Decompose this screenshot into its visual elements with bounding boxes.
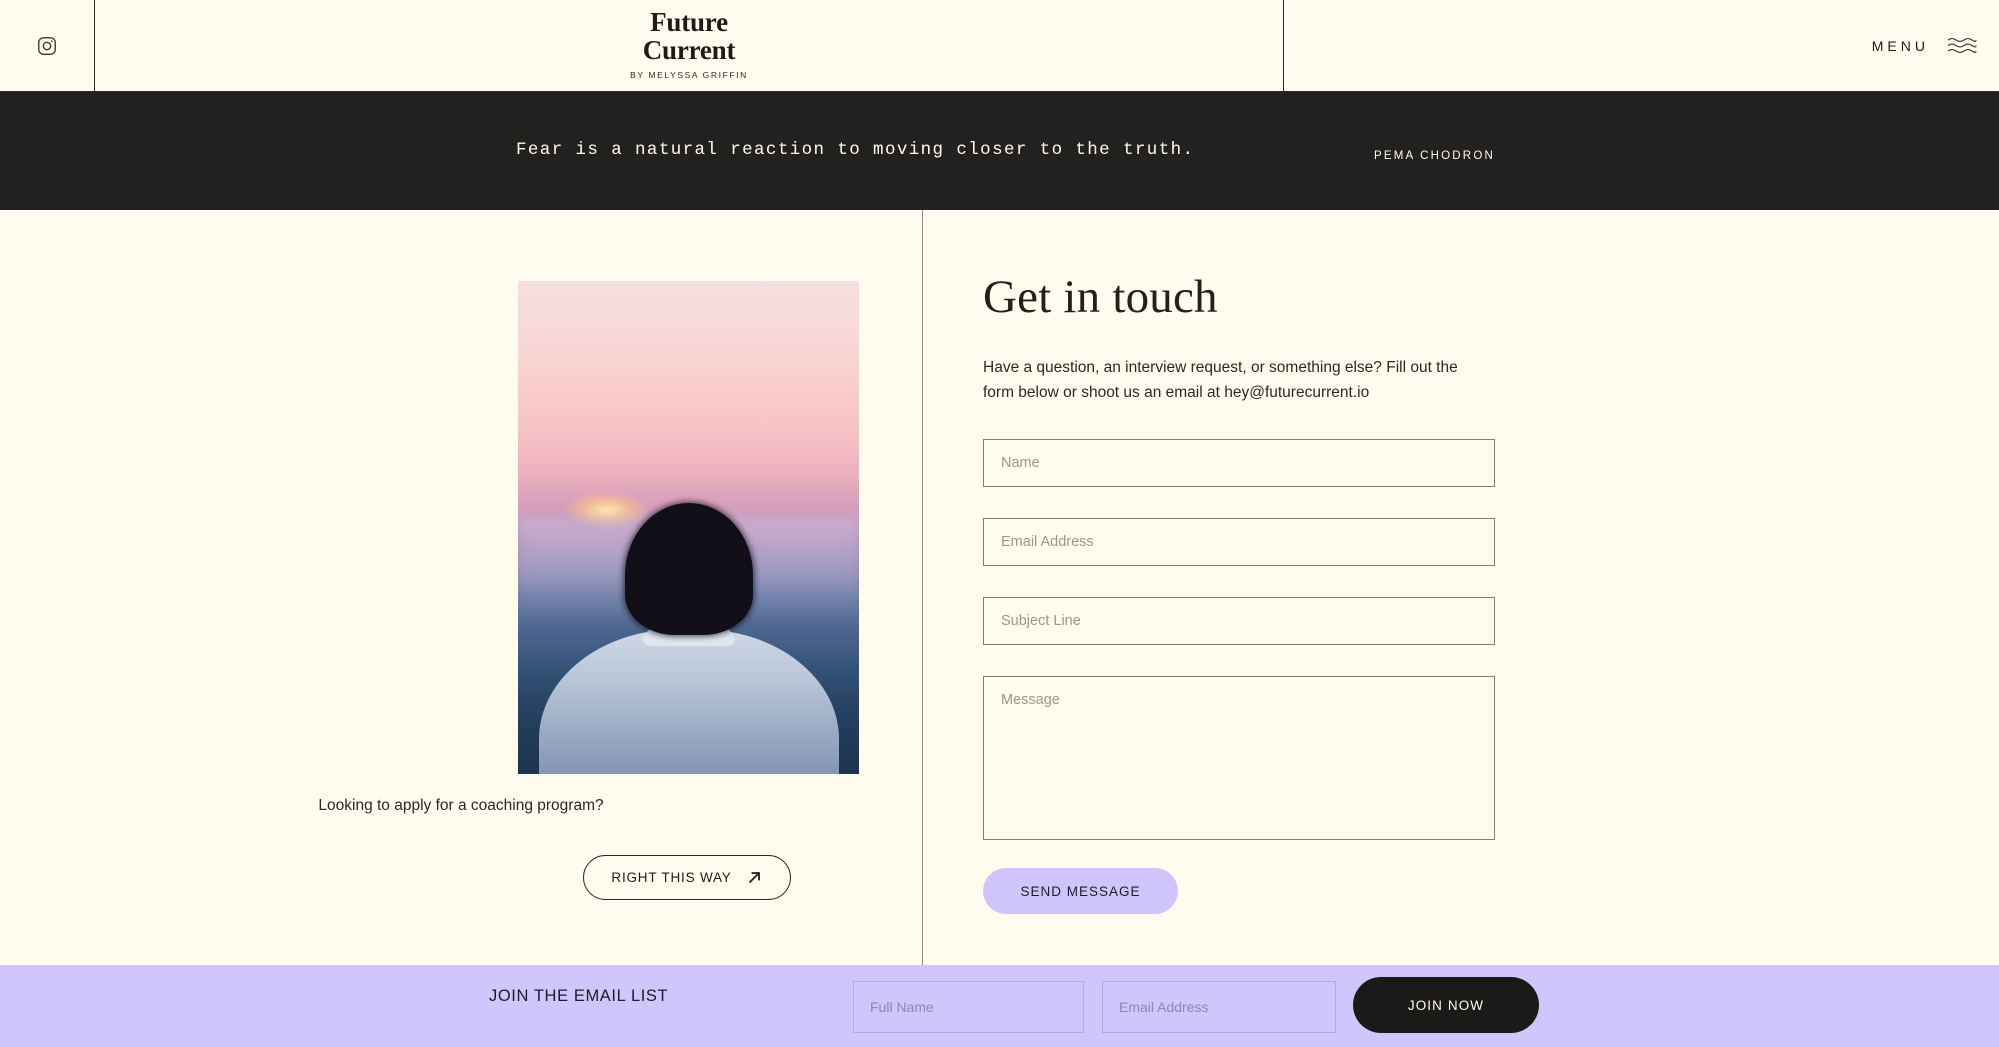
join-now-button[interactable]: JOIN NOW	[1353, 977, 1539, 1033]
coaching-photo	[518, 281, 859, 774]
contact-intro: Have a question, an interview request, o…	[983, 359, 1458, 402]
email-input[interactable]	[983, 518, 1495, 567]
instagram-icon	[38, 36, 56, 55]
email-signup-bar: JOIN THE EMAIL LIST JOIN NOW	[0, 965, 1999, 1047]
photo-figure-head	[624, 502, 753, 635]
instagram-link[interactable]	[0, 0, 95, 91]
site-logo[interactable]: Future Current BY MELYSSA GRIFFIN	[95, 0, 1284, 91]
column-divider	[922, 210, 923, 965]
logo-line-one: Future	[650, 6, 728, 37]
contact-section: Get in touch Have a question, an intervi…	[983, 270, 1495, 915]
site-header: Future Current BY MELYSSA GRIFFIN MENU	[0, 0, 1999, 92]
logo-line-two: Current	[642, 34, 736, 65]
signup-email-input[interactable]	[1102, 981, 1336, 1033]
name-input[interactable]	[983, 439, 1495, 488]
menu-label: MENU	[1871, 37, 1929, 54]
page-title: Get in touch	[983, 271, 1218, 323]
page-root: Future Current BY MELYSSA GRIFFIN MENU F…	[0, 0, 1999, 1047]
right-this-way-label: RIGHT THIS WAY	[611, 870, 732, 885]
right-this-way-button[interactable]: RIGHT THIS WAY	[583, 855, 791, 900]
signup-name-input[interactable]	[853, 981, 1084, 1033]
quote-author: PEMA CHODRON	[1374, 150, 1495, 162]
menu-button[interactable]: MENU	[1284, 0, 1999, 91]
subject-input[interactable]	[983, 597, 1495, 646]
wavy-lines-menu-icon	[1947, 38, 1977, 53]
send-message-button[interactable]: SEND MESSAGE	[983, 868, 1178, 915]
coaching-caption: Looking to apply for a coaching program?	[318, 797, 604, 814]
message-textarea[interactable]	[983, 676, 1495, 841]
email-signup-label: JOIN THE EMAIL LIST	[489, 987, 669, 1005]
logo-subtitle: BY MELYSSA GRIFFIN	[630, 70, 748, 81]
arrow-up-right-icon	[748, 872, 760, 884]
quote-text: Fear is a natural reaction to moving clo…	[516, 140, 1195, 160]
